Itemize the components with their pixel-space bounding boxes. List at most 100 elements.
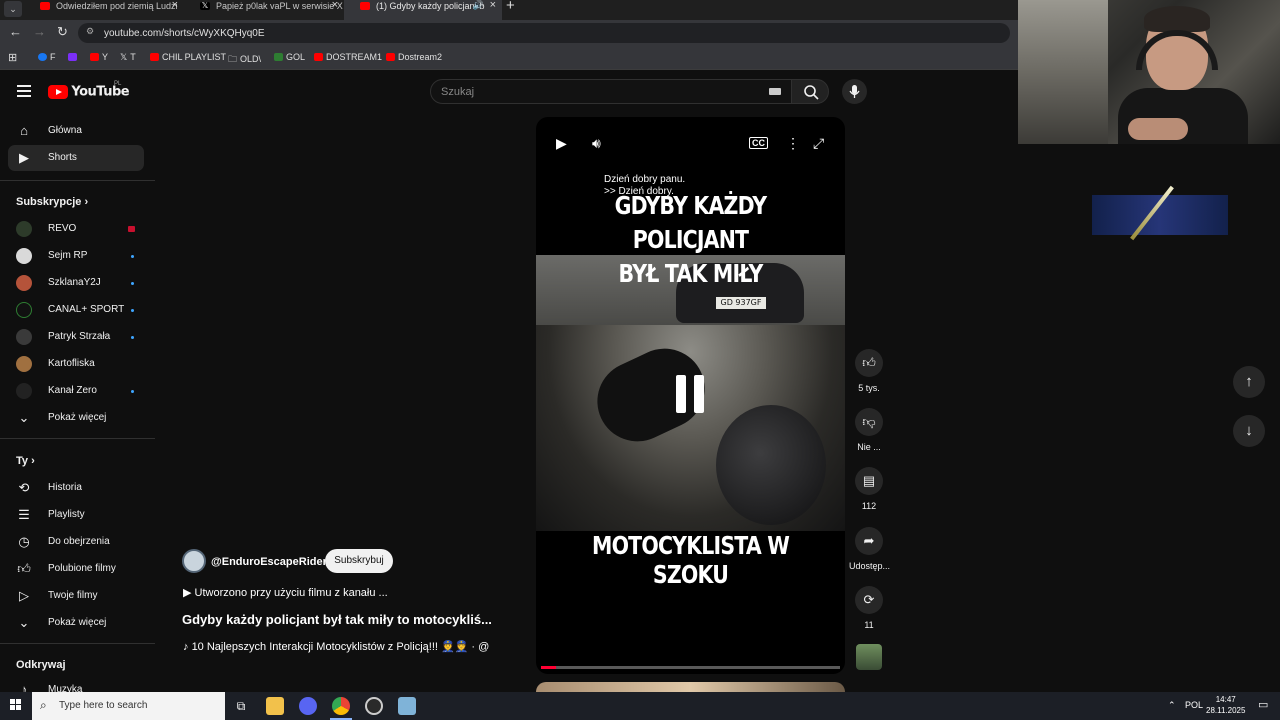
- avatar: [16, 356, 32, 372]
- you-header[interactable]: Ty ›: [16, 455, 35, 467]
- voice-search-button[interactable]: [842, 79, 867, 104]
- sidebar-item-subscription[interactable]: REVO: [8, 216, 144, 242]
- show-more-you[interactable]: ⌄ Pokaż więcej: [8, 610, 144, 636]
- chevron-right-icon: ›: [31, 455, 35, 467]
- play-icon[interactable]: ▶: [556, 135, 567, 152]
- like-count: 5 tys.: [858, 383, 880, 393]
- progress-bar[interactable]: [541, 666, 840, 669]
- obs-icon[interactable]: [365, 697, 383, 715]
- audio-playing-icon[interactable]: 🔊: [473, 0, 484, 11]
- thumbs-down-icon: 👎︎: [855, 408, 883, 436]
- created-with-link[interactable]: ▶ Utworzono przy użyciu filmu z kanału .…: [183, 586, 388, 599]
- notifications-icon[interactable]: ▭: [1258, 698, 1268, 711]
- browser-tab-active[interactable]: (1) Gdyby każdy policjant b 🔊 ×: [344, 0, 502, 20]
- bookmark-twitch[interactable]: [68, 52, 80, 62]
- new-tab-button[interactable]: +: [506, 0, 515, 14]
- history-icon: ⟲: [18, 480, 30, 495]
- bookmark-chil-playlist[interactable]: CHIL PLAYLIST: [150, 52, 226, 62]
- bookmark-folder-old[interactable]: 🗀 OLD\: [228, 52, 261, 68]
- search-button[interactable]: [791, 79, 829, 104]
- bookmark-facebook[interactable]: F: [38, 52, 56, 62]
- tray-chevron-up-icon[interactable]: ⌃: [1168, 700, 1176, 711]
- thumbs-up-icon: 👍︎: [855, 349, 883, 377]
- tab-search-button[interactable]: ⌄: [4, 1, 22, 17]
- show-more-subscriptions[interactable]: ⌄ Pokaż więcej: [8, 405, 144, 431]
- pause-icon[interactable]: [674, 375, 706, 415]
- url-field[interactable]: ⚙ youtube.com/shorts/cWyXKQHyq0E: [78, 23, 1010, 43]
- captions-icon[interactable]: CC: [749, 137, 768, 149]
- dislike-button[interactable]: 👎︎ Nie ...: [849, 408, 889, 452]
- subscribe-button[interactable]: Subskrybuj: [325, 549, 393, 573]
- bookmark-dostream2[interactable]: Dostream2: [386, 52, 442, 62]
- sidebar-item-playlists[interactable]: ☰ Playlisty: [8, 502, 144, 528]
- sidebar-item-your-videos[interactable]: ▷ Twoje filmy: [8, 583, 144, 609]
- taskbar-search-input[interactable]: ⌕ Type here to search: [32, 692, 225, 720]
- task-view-icon[interactable]: ⧉: [232, 697, 250, 715]
- back-icon[interactable]: ←: [9, 24, 22, 39]
- shorts-icon: ▶: [19, 150, 29, 165]
- more-options-icon[interactable]: ⋮: [786, 135, 800, 152]
- like-button[interactable]: 👍︎ 5 tys.: [849, 349, 889, 393]
- search-input[interactable]: Szukaj: [430, 79, 792, 104]
- volume-icon[interactable]: 🔊︎: [592, 135, 601, 152]
- close-tab-icon[interactable]: ×: [332, 0, 338, 11]
- discord-icon[interactable]: [299, 697, 317, 715]
- browser-tab[interactable]: Odwiedziłem pod ziemią Ludzi ×: [24, 0, 184, 20]
- language-indicator[interactable]: POL: [1185, 700, 1203, 710]
- app-icon[interactable]: [398, 697, 416, 715]
- subtitles: Dzień dobry panu. >> Dzień dobry.: [604, 174, 686, 197]
- share-button[interactable]: ➦ Udostęp...: [849, 527, 890, 571]
- playlists-icon: ☰: [18, 507, 30, 522]
- subscriptions-header[interactable]: Subskrypcje ›: [16, 196, 88, 208]
- windows-start-icon[interactable]: [10, 699, 22, 711]
- forward-icon[interactable]: →: [33, 24, 46, 39]
- watch-later-icon: ◷: [18, 534, 30, 549]
- music-note-icon: ♪: [183, 641, 189, 653]
- reload-icon[interactable]: ↻: [57, 24, 68, 40]
- close-tab-icon[interactable]: ×: [172, 0, 178, 11]
- youtube-logo[interactable]: YouTube PL: [48, 81, 130, 99]
- short-video-player[interactable]: GD 937GF GDYBY KAŻDY POLICJANT BYŁ TAK MI…: [536, 117, 845, 674]
- previous-short-button[interactable]: ↑: [1233, 366, 1265, 398]
- music-link[interactable]: ♪ 10 Najlepszych Interakcji Motocyklistó…: [183, 640, 489, 653]
- sidebar-item-subscription[interactable]: Kartofliska: [8, 351, 144, 377]
- channel-avatar[interactable]: [182, 549, 206, 573]
- hamburger-menu-icon[interactable]: [17, 85, 31, 97]
- clock[interactable]: 14:47 28.11.2025: [1206, 694, 1245, 716]
- chrome-icon[interactable]: [332, 697, 350, 715]
- sidebar-item-watch-later[interactable]: ◷ Do obejrzenia: [8, 529, 144, 555]
- remix-button[interactable]: ⟳ 11: [849, 586, 889, 630]
- browser-tab[interactable]: 𝕏 Papież p0lak vaPL w serwisie X ×: [184, 0, 344, 20]
- avatar: [16, 248, 32, 264]
- explore-header: Odkrywaj: [16, 659, 66, 671]
- sidebar-item-shorts[interactable]: ▶ Shorts: [8, 145, 144, 171]
- close-tab-icon[interactable]: ×: [490, 0, 496, 11]
- bookmark-dostream1[interactable]: DOSTREAM1: [314, 52, 382, 62]
- sidebar-item-subscription[interactable]: Sejm RP: [8, 243, 144, 269]
- sidebar-item-subscription[interactable]: Kanał Zero: [8, 378, 144, 404]
- short-title[interactable]: Gdyby każdy policjant był tak miły to mo…: [182, 612, 492, 627]
- next-short-button[interactable]: ↓: [1233, 415, 1265, 447]
- bookmark-x[interactable]: 𝕏T: [120, 52, 136, 63]
- live-icon: [128, 226, 135, 232]
- keyboard-icon[interactable]: [769, 88, 781, 95]
- sound-source-thumbnail[interactable]: [856, 644, 882, 670]
- sidebar-item-history[interactable]: ⟲ Historia: [8, 475, 144, 501]
- sidebar-item-subscription[interactable]: Patryk Strzała: [8, 324, 144, 350]
- comments-button[interactable]: ▤ 112: [849, 467, 889, 511]
- site-info-icon[interactable]: ⚙: [86, 26, 94, 37]
- divider: [0, 438, 155, 439]
- bookmark-gol[interactable]: GOL: [274, 52, 305, 62]
- fullscreen-icon[interactable]: ⤢: [813, 135, 824, 152]
- channel-name[interactable]: @EnduroEscapeRiders: [211, 556, 333, 568]
- file-explorer-icon[interactable]: [266, 697, 284, 715]
- search-icon: [804, 85, 819, 100]
- new-content-dot: [131, 309, 134, 312]
- sidebar-item-subscription[interactable]: CANAL+ SPORT: [8, 297, 144, 323]
- tab-title: Papież p0lak vaPL w serwisie X: [216, 1, 343, 11]
- sidebar-item-subscription[interactable]: SzklanaY2J: [8, 270, 144, 296]
- apps-grid-icon[interactable]: ⊞: [8, 51, 17, 64]
- sidebar-item-liked-videos[interactable]: 👍︎ Polubione filmy: [8, 556, 144, 582]
- sidebar-item-home[interactable]: ⌂ Główna: [8, 118, 144, 144]
- bookmark-youtube[interactable]: Y: [90, 52, 108, 62]
